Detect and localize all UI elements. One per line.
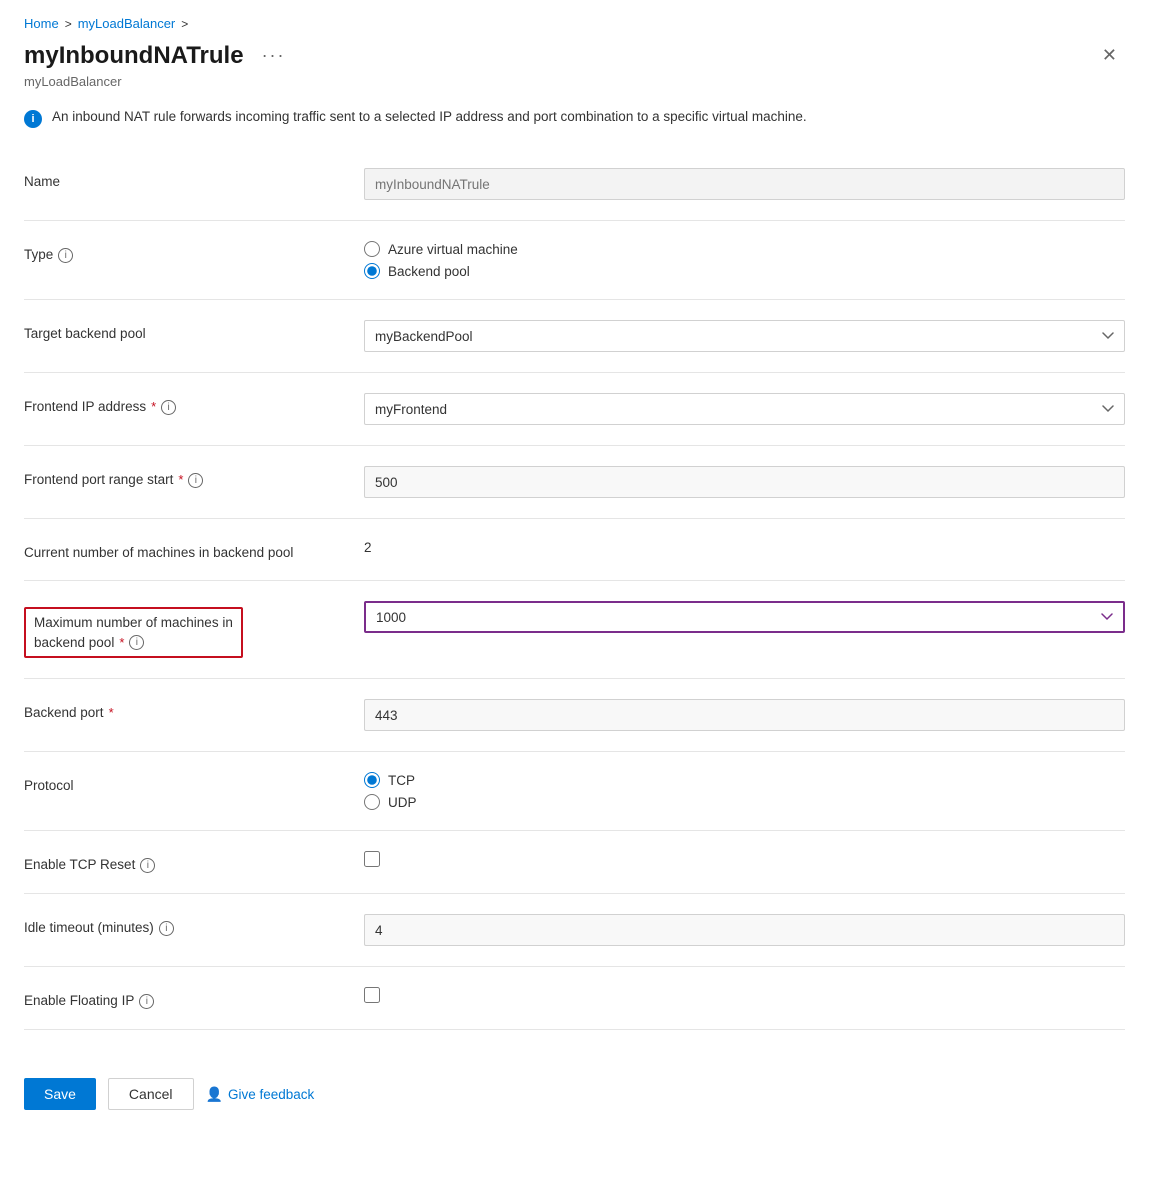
- page-title: myInboundNATrule: [24, 42, 244, 70]
- idle-timeout-info-icon[interactable]: i: [159, 921, 174, 936]
- type-radio-backend[interactable]: [364, 263, 380, 279]
- max-machines-label-line1: Maximum number of machines in: [34, 615, 233, 630]
- cancel-button[interactable]: Cancel: [108, 1078, 194, 1110]
- feedback-label: Give feedback: [228, 1087, 314, 1102]
- tcp-reset-info-icon[interactable]: i: [140, 858, 155, 873]
- type-control: Azure virtual machine Backend pool: [364, 241, 1125, 279]
- footer-row: Save Cancel 👤 Give feedback: [24, 1062, 1125, 1110]
- form-row-frontend-ip: Frontend IP address * i myFrontend: [24, 381, 1125, 437]
- type-label: Type i: [24, 241, 364, 263]
- form-row-max-machines: Maximum number of machines in backend po…: [24, 589, 1125, 670]
- save-button[interactable]: Save: [24, 1078, 96, 1110]
- type-option-vm-label: Azure virtual machine: [388, 242, 518, 257]
- protocol-tcp-option[interactable]: TCP: [364, 772, 1125, 788]
- target-backend-select[interactable]: myBackendPool: [364, 320, 1125, 352]
- form-row-idle-timeout: Idle timeout (minutes) i: [24, 902, 1125, 958]
- type-radio-group: Azure virtual machine Backend pool: [364, 241, 1125, 279]
- page-subtitle: myLoadBalancer: [24, 74, 1125, 89]
- frontend-port-info-icon[interactable]: i: [188, 473, 203, 488]
- protocol-udp-label: UDP: [388, 795, 417, 810]
- type-info-icon[interactable]: i: [58, 248, 73, 263]
- type-option-backend[interactable]: Backend pool: [364, 263, 1125, 279]
- feedback-icon: 👤: [206, 1086, 223, 1103]
- ellipsis-button[interactable]: ···: [256, 43, 292, 68]
- idle-timeout-control: [364, 914, 1125, 946]
- current-machines-value: 2: [364, 534, 372, 555]
- header-left: myInboundNATrule ···: [24, 42, 292, 70]
- protocol-radio-udp[interactable]: [364, 794, 380, 810]
- target-backend-control: myBackendPool: [364, 320, 1125, 352]
- floating-ip-label: Enable Floating IP i: [24, 987, 364, 1009]
- floating-ip-checkbox[interactable]: [364, 987, 380, 1003]
- header-row: myInboundNATrule ··· ✕: [24, 41, 1125, 70]
- max-machines-label-line2: backend pool * i: [34, 634, 144, 650]
- name-input[interactable]: [364, 168, 1125, 200]
- feedback-link[interactable]: 👤 Give feedback: [206, 1086, 315, 1103]
- form-row-current-machines: Current number of machines in backend po…: [24, 527, 1125, 572]
- current-machines-label: Current number of machines in backend po…: [24, 539, 364, 560]
- current-machines-control: 2: [364, 539, 1125, 555]
- frontend-port-input[interactable]: [364, 466, 1125, 498]
- max-machines-select[interactable]: 1000: [364, 601, 1125, 633]
- breadcrumb-loadbalancer[interactable]: myLoadBalancer: [78, 16, 176, 31]
- frontend-ip-select[interactable]: myFrontend: [364, 393, 1125, 425]
- frontend-port-required: *: [178, 472, 183, 487]
- form-row-backend-port: Backend port *: [24, 687, 1125, 743]
- protocol-radio-group: TCP UDP: [364, 772, 1125, 810]
- floating-ip-info-icon[interactable]: i: [139, 994, 154, 1009]
- protocol-control: TCP UDP: [364, 772, 1125, 810]
- floating-ip-control: [364, 987, 1125, 1006]
- frontend-ip-label: Frontend IP address * i: [24, 393, 364, 415]
- max-machines-label-text2: backend pool: [34, 635, 114, 650]
- max-machines-control: 1000: [364, 601, 1125, 633]
- protocol-tcp-label: TCP: [388, 773, 415, 788]
- form-row-tcp-reset: Enable TCP Reset i: [24, 839, 1125, 885]
- breadcrumb: Home > myLoadBalancer >: [24, 16, 1125, 31]
- form-row-name: Name: [24, 156, 1125, 212]
- form-row-target-backend: Target backend pool myBackendPool: [24, 308, 1125, 364]
- frontend-port-label: Frontend port range start * i: [24, 466, 364, 488]
- tcp-reset-label: Enable TCP Reset i: [24, 851, 364, 873]
- info-banner-text: An inbound NAT rule forwards incoming tr…: [52, 109, 807, 124]
- name-label: Name: [24, 168, 364, 189]
- backend-port-required: *: [109, 705, 114, 720]
- name-control: [364, 168, 1125, 200]
- info-banner: i An inbound NAT rule forwards incoming …: [24, 109, 924, 128]
- type-radio-vm[interactable]: [364, 241, 380, 257]
- max-machines-highlighted-box: Maximum number of machines in backend po…: [24, 607, 243, 658]
- breadcrumb-sep1: >: [65, 17, 72, 31]
- target-backend-label: Target backend pool: [24, 320, 364, 341]
- form-row-protocol: Protocol TCP UDP: [24, 760, 1125, 822]
- breadcrumb-home[interactable]: Home: [24, 16, 59, 31]
- type-option-backend-label: Backend pool: [388, 264, 470, 279]
- backend-port-input[interactable]: [364, 699, 1125, 731]
- frontend-ip-info-icon[interactable]: i: [161, 400, 176, 415]
- tcp-reset-control: [364, 851, 1125, 870]
- form-row-frontend-port: Frontend port range start * i: [24, 454, 1125, 510]
- form-row-floating-ip: Enable Floating IP i: [24, 975, 1125, 1021]
- info-icon: i: [24, 110, 42, 128]
- tcp-reset-checkbox[interactable]: [364, 851, 380, 867]
- max-machines-info-icon[interactable]: i: [129, 635, 144, 650]
- protocol-radio-tcp[interactable]: [364, 772, 380, 788]
- idle-timeout-label: Idle timeout (minutes) i: [24, 914, 364, 936]
- max-machines-label: Maximum number of machines in backend po…: [24, 601, 364, 658]
- breadcrumb-sep2: >: [181, 17, 188, 31]
- form-row-type: Type i Azure virtual machine Backend poo…: [24, 229, 1125, 291]
- frontend-ip-control: myFrontend: [364, 393, 1125, 425]
- close-button[interactable]: ✕: [1094, 41, 1125, 70]
- idle-timeout-input[interactable]: [364, 914, 1125, 946]
- backend-port-label: Backend port *: [24, 699, 364, 720]
- backend-port-control: [364, 699, 1125, 731]
- max-machines-required: *: [119, 635, 124, 650]
- max-machines-label-text1: Maximum number of machines in: [34, 615, 233, 630]
- type-option-vm[interactable]: Azure virtual machine: [364, 241, 1125, 257]
- frontend-ip-required: *: [151, 399, 156, 414]
- frontend-port-control: [364, 466, 1125, 498]
- protocol-udp-option[interactable]: UDP: [364, 794, 1125, 810]
- protocol-label: Protocol: [24, 772, 364, 793]
